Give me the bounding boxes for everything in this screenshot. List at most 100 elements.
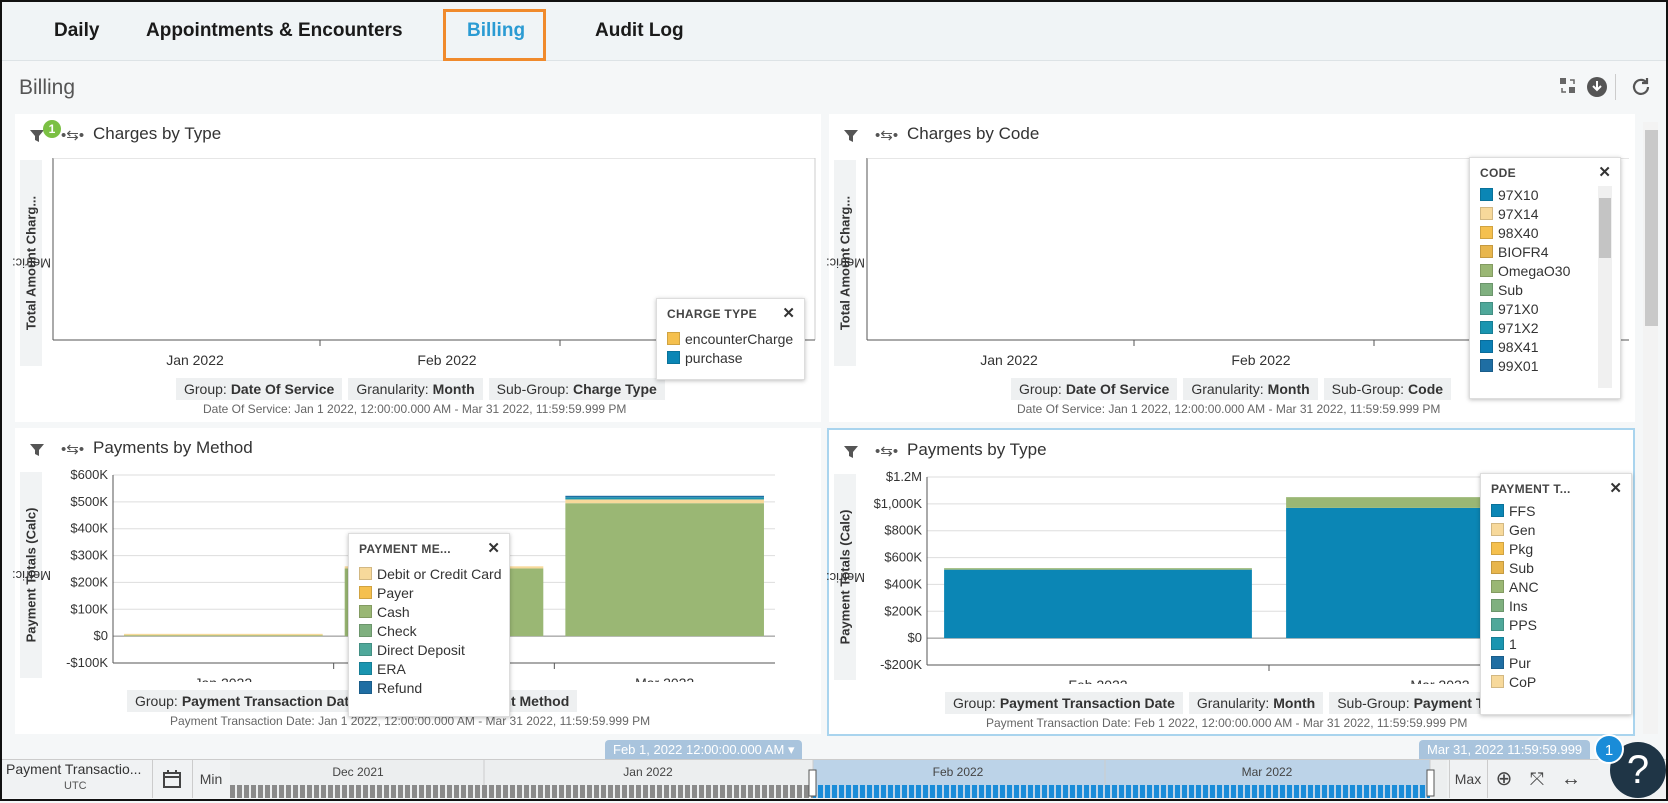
legend-item[interactable]: Pur bbox=[1491, 653, 1539, 672]
legend-label: 98X40 bbox=[1498, 224, 1539, 241]
timeline-track[interactable]: Dec 2021 Jan 2022 Feb 2022 Mar 2022 bbox=[230, 760, 1447, 798]
chevron-down-icon[interactable]: ▾ bbox=[788, 742, 795, 757]
page-scroll-thumb[interactable] bbox=[1645, 130, 1658, 326]
legend-item[interactable]: Ins bbox=[1491, 596, 1539, 615]
y-axis-metric-label[interactable]: Metric: Payment Totals (Calc) bbox=[826, 474, 865, 680]
drill-swap-icon[interactable]: •⇆• bbox=[875, 126, 898, 144]
tab-audit-log[interactable]: Audit Log bbox=[595, 20, 684, 42]
filter-icon[interactable] bbox=[29, 442, 45, 458]
subgroup-chip[interactable]: Sub-Group: Code bbox=[1323, 378, 1452, 400]
legend-item[interactable]: 97X10 bbox=[1480, 185, 1570, 204]
refresh-icon[interactable] bbox=[1630, 76, 1652, 98]
group-chip[interactable]: Group: Payment Transaction Date bbox=[127, 690, 365, 712]
timeline-end-flag[interactable]: Mar 31, 2022 11:59:59.999 bbox=[1419, 740, 1591, 760]
group-chip[interactable]: Group: Date Of Service bbox=[1011, 378, 1178, 400]
group-chip[interactable]: Group: Date Of Service bbox=[176, 378, 343, 400]
granularity-chip[interactable]: Granularity: Month bbox=[1188, 692, 1324, 714]
tab-daily[interactable]: Daily bbox=[54, 20, 99, 42]
legend-item[interactable]: Sub bbox=[1491, 558, 1539, 577]
legend-item[interactable]: FFS bbox=[1491, 501, 1539, 520]
legend-item[interactable]: OmegaO30 bbox=[1480, 261, 1570, 280]
legend-scroll-thumb[interactable] bbox=[1599, 198, 1611, 258]
timeline-field-label[interactable]: Payment Transactio... bbox=[6, 761, 141, 777]
fit-expand-icon[interactable]: ⤧ bbox=[1521, 760, 1553, 798]
legend-charge-type: CHARGE TYPE ✕ encounterCharge purchase bbox=[656, 298, 805, 380]
legend-item[interactable]: Payer bbox=[359, 583, 502, 602]
legend-item[interactable]: 99X01 bbox=[1480, 356, 1570, 375]
close-icon[interactable]: ✕ bbox=[782, 304, 795, 322]
y-axis-metric-label[interactable]: Metric: Total Amount Charg... bbox=[12, 160, 51, 366]
y-axis-metric-label[interactable]: Metric: Payment Totals (Calc) bbox=[12, 472, 51, 678]
date-range-text: Payment Transaction Date: Feb 1 2022, 12… bbox=[986, 716, 1468, 730]
legend-item[interactable]: Check bbox=[359, 621, 502, 640]
range-start-handle[interactable] bbox=[808, 769, 817, 797]
close-icon[interactable]: ✕ bbox=[1609, 479, 1622, 497]
timeline-start-flag[interactable]: Feb 1, 2022 12:00:00.000 AM ▾ bbox=[605, 740, 803, 760]
swap-layout-icon[interactable] bbox=[1557, 76, 1579, 98]
download-icon[interactable] bbox=[1586, 76, 1608, 98]
legend-item[interactable]: 98X40 bbox=[1480, 223, 1570, 242]
subgroup-chip[interactable]: Sub-Group: Charge Type bbox=[488, 378, 665, 400]
range-end-handle[interactable] bbox=[1426, 769, 1435, 797]
granularity-chip[interactable]: Granularity: Month bbox=[1183, 378, 1318, 400]
legend-item[interactable]: Cash bbox=[359, 602, 502, 621]
legend-item[interactable]: purchase bbox=[667, 348, 793, 367]
legend-label: 1 bbox=[1509, 635, 1517, 652]
legend-item[interactable]: ANC bbox=[1491, 577, 1539, 596]
legend-swatch bbox=[359, 643, 372, 656]
panel-title: Payments by Type bbox=[907, 440, 1047, 459]
granularity-chip[interactable]: Granularity: Month bbox=[348, 378, 483, 400]
drill-swap-icon[interactable]: •⇆• bbox=[61, 126, 84, 144]
legend-label: BIOFR4 bbox=[1498, 243, 1549, 260]
timeline-max-button[interactable]: Max bbox=[1449, 760, 1486, 798]
subgroup-chip[interactable]: Sub-Group: Payment T bbox=[1329, 692, 1493, 714]
legend-item[interactable]: CoP bbox=[1491, 672, 1539, 691]
legend-items: Debit or Credit Card Payer Cash Check Di… bbox=[359, 564, 502, 697]
legend-swatch bbox=[1491, 504, 1504, 517]
legend-label: PPS bbox=[1509, 616, 1538, 633]
zoom-in-icon[interactable]: ⊕ bbox=[1487, 760, 1520, 798]
legend-item[interactable]: 1 bbox=[1491, 634, 1539, 653]
y-axis-metric-label[interactable]: Metric: Total Amount Charg... bbox=[826, 160, 865, 366]
legend-item[interactable]: Refund bbox=[359, 678, 502, 697]
close-icon[interactable]: ✕ bbox=[1598, 163, 1611, 181]
page-title: Billing bbox=[19, 76, 76, 99]
chip-value: Payment T bbox=[1413, 695, 1485, 711]
active-tab-highlight bbox=[443, 9, 546, 61]
legend-item[interactable]: 971X0 bbox=[1480, 299, 1570, 318]
legend-item[interactable]: encounterCharge bbox=[667, 329, 793, 348]
panel-header: 1 •⇆• Charges by Type bbox=[15, 114, 821, 154]
y-tick-label: $0 bbox=[908, 630, 922, 645]
horizontal-arrows-icon[interactable]: ↔ bbox=[1555, 760, 1587, 798]
legend-item[interactable]: Pkg bbox=[1491, 539, 1539, 558]
filter-icon[interactable] bbox=[843, 128, 859, 144]
legend-item[interactable]: Sub bbox=[1480, 280, 1570, 299]
calendar-icon[interactable] bbox=[152, 760, 191, 798]
legend-item[interactable]: PPS bbox=[1491, 615, 1539, 634]
legend-item[interactable]: Direct Deposit bbox=[359, 640, 502, 659]
filter-icon[interactable] bbox=[843, 444, 859, 460]
timeline-min-button[interactable]: Min bbox=[192, 760, 229, 798]
legend-item[interactable]: 971X2 bbox=[1480, 318, 1570, 337]
legend-item[interactable]: 97X14 bbox=[1480, 204, 1570, 223]
legend-item[interactable]: Gen bbox=[1491, 520, 1539, 539]
legend-label: Direct Deposit bbox=[377, 641, 465, 658]
legend-label: 97X10 bbox=[1498, 186, 1539, 203]
drill-swap-icon[interactable]: •⇆• bbox=[61, 440, 84, 458]
group-chip[interactable]: Group: Payment Transaction Date bbox=[945, 692, 1183, 714]
legend-label: Payer bbox=[377, 584, 414, 601]
tab-appointments-encounters[interactable]: Appointments & Encounters bbox=[146, 20, 403, 42]
legend-item[interactable]: BIOFR4 bbox=[1480, 242, 1570, 261]
bar-segment bbox=[565, 497, 764, 500]
legend-label: ERA bbox=[377, 660, 406, 677]
drill-swap-icon[interactable]: •⇆• bbox=[875, 442, 898, 460]
y-tick-label: $200K bbox=[70, 574, 108, 589]
legend-item[interactable]: ERA bbox=[359, 659, 502, 678]
chip-value: Month bbox=[1267, 381, 1310, 397]
legend-label: Debit or Credit Card bbox=[377, 565, 502, 582]
legend-item[interactable]: Debit or Credit Card bbox=[359, 564, 502, 583]
legend-scrollbar[interactable] bbox=[1598, 186, 1612, 388]
close-icon[interactable]: ✕ bbox=[487, 539, 500, 557]
legend-items: FFS Gen Pkg Sub ANC Ins PPS 1 Pur CoP bbox=[1491, 501, 1539, 691]
legend-item[interactable]: 98X41 bbox=[1480, 337, 1570, 356]
